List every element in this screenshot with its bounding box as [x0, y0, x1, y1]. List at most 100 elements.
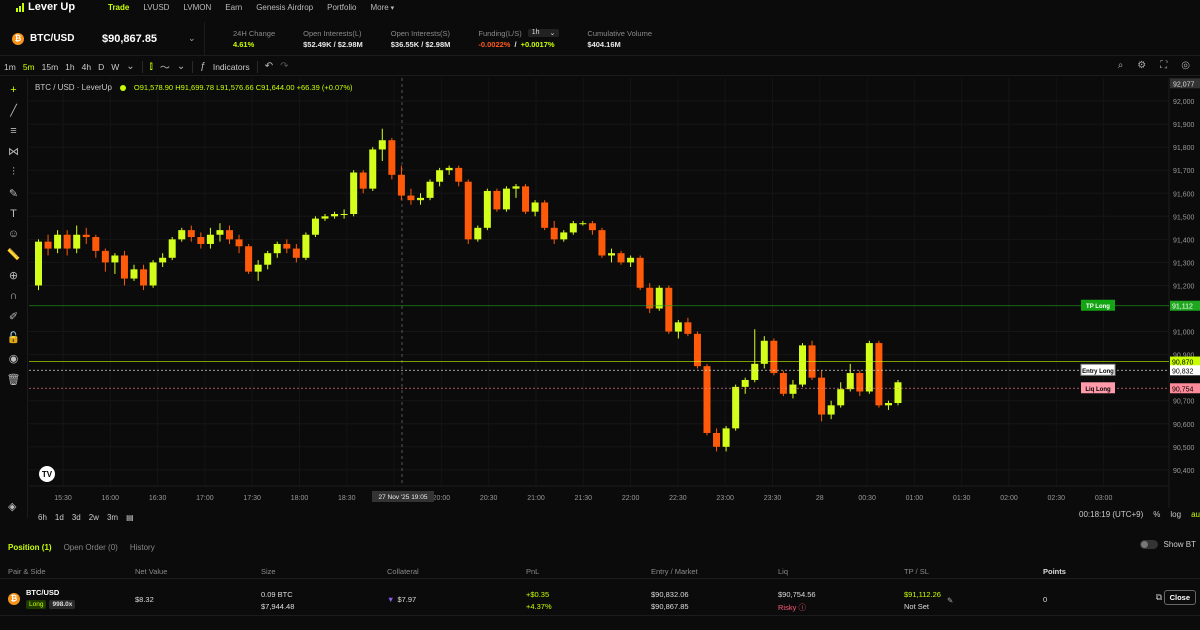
candle-body	[426, 181, 434, 198]
price-tag-label: 90,832	[1172, 368, 1194, 375]
text-icon[interactable]: T	[10, 208, 17, 220]
stat-value: $36.55K / $2.98M	[390, 39, 451, 49]
chevron-down-icon[interactable]: ⌄	[177, 61, 185, 72]
candle-body	[245, 246, 253, 272]
trash-icon[interactable]: 🗑	[7, 373, 21, 386]
chart-toolbar: 1m 5m 15m 1h 4h D W ⌄ ⫾ 〜 ⌄ ƒ Indicators…	[0, 58, 1200, 76]
price-chart[interactable]: 92,000 91,900 91,800 91,700 91,600 91,500 91,4…	[29, 78, 1200, 508]
chevron-down-icon[interactable]: ⌄	[188, 33, 196, 44]
show-toggle[interactable]	[1139, 540, 1158, 549]
range-2w[interactable]: 2w	[89, 513, 99, 522]
candle-body	[474, 227, 482, 240]
tp-sl-cell: $91,112.26 Not Set ✎	[904, 590, 953, 611]
candle-body	[359, 172, 367, 189]
nav-lvmon[interactable]: LVMON	[183, 3, 211, 12]
edit-icon[interactable]: ✎	[947, 596, 953, 605]
gear-icon[interactable]: ⚙	[1137, 60, 1146, 71]
funding-interval-select[interactable]: 1h ⌄	[527, 29, 560, 37]
ruler-icon[interactable]: 📏	[7, 248, 21, 261]
line-label: Entry Long	[1082, 369, 1114, 375]
undo-icon[interactable]: ↶	[265, 61, 273, 72]
x-tick-label: 17:00	[196, 495, 214, 502]
y-tick-label: 91,400	[1173, 237, 1195, 244]
clock-readout[interactable]: 00:18:19 (UTC+9)	[1079, 510, 1143, 519]
candle-body	[751, 363, 759, 380]
crosshair-time-label: 27 Nov '25 19:05	[379, 494, 428, 501]
hlines-icon[interactable]: ≡	[10, 125, 16, 137]
redo-icon[interactable]: ↷	[280, 61, 288, 72]
layers-icon[interactable]: ◈	[8, 500, 16, 513]
tf-1m[interactable]: 1m	[4, 62, 16, 72]
magnet-icon[interactable]: ∩	[10, 290, 18, 302]
info-icon[interactable]: ⓘ	[798, 603, 806, 612]
eye-icon[interactable]: ◉	[9, 352, 19, 365]
funding-long: -0.0022%	[478, 39, 511, 49]
log-toggle[interactable]: log	[1170, 510, 1181, 519]
nav-portfolio[interactable]: Portfolio	[327, 3, 356, 12]
indicators-icon[interactable]: ƒ	[200, 61, 206, 72]
tp-price: $91,112.26	[904, 590, 941, 599]
nav-more[interactable]: More	[370, 3, 394, 12]
stat-value: 4.61%	[233, 39, 255, 49]
tf-5m[interactable]: 5m	[23, 62, 35, 72]
pair-selector[interactable]: ₿ BTC/USD $90,867.85 ⌄	[0, 21, 205, 56]
candle-body	[598, 230, 606, 256]
logo[interactable]: Lever Up	[0, 1, 108, 13]
range-3m[interactable]: 3m	[107, 513, 118, 522]
tradingview-logo-icon[interactable]: TV	[39, 466, 55, 482]
candle-body	[63, 234, 71, 249]
collateral-value[interactable]: $7.97	[397, 595, 416, 604]
tf-4h[interactable]: 4h	[82, 62, 91, 72]
calendar-icon[interactable]: ▤	[126, 513, 134, 522]
line-chart-icon[interactable]: 〜	[160, 59, 170, 74]
candle-body	[732, 386, 740, 429]
nav-genesis-airdrop[interactable]: Genesis Airdrop	[256, 3, 313, 12]
lock-icon[interactable]: 🔓	[7, 331, 21, 344]
trendline-icon[interactable]: ╱	[10, 104, 17, 117]
candle-body	[627, 257, 635, 263]
range-3d[interactable]: 3d	[72, 513, 81, 522]
crosshair-icon[interactable]: +	[10, 84, 16, 96]
camera-icon[interactable]: ◎	[1181, 60, 1190, 71]
x-tick-label: 18:30	[338, 495, 356, 502]
col-collateral: Collateral	[387, 567, 419, 576]
nav-trade[interactable]: Trade	[108, 3, 129, 12]
range-1d[interactable]: 1d	[55, 513, 64, 522]
share-icon[interactable]: ⧉	[1156, 592, 1162, 603]
candle-body	[674, 322, 682, 332]
fib-icon[interactable]: ⫶	[12, 166, 15, 179]
candle-body	[894, 382, 902, 404]
nav-earn[interactable]: Earn	[225, 3, 242, 12]
tab-open-order[interactable]: Open Order (0)	[64, 543, 118, 552]
fullscreen-icon[interactable]: ⛶	[1160, 60, 1167, 71]
collateral-cell: ▼ $7.97	[387, 595, 416, 604]
col-points: Points	[1043, 567, 1066, 576]
tf-w[interactable]: W	[111, 62, 119, 72]
brush-icon[interactable]: ✎	[9, 187, 18, 200]
search-icon[interactable]: ⌕	[1118, 60, 1124, 71]
candle-type-icon[interactable]: ⫾	[150, 61, 153, 72]
emoji-icon[interactable]: ☺	[8, 228, 19, 240]
tf-d[interactable]: D	[98, 62, 104, 72]
tf-15m[interactable]: 15m	[42, 62, 59, 72]
tf-1h[interactable]: 1h	[65, 62, 74, 72]
range-6h[interactable]: 6h	[38, 513, 47, 522]
percent-toggle[interactable]: %	[1153, 510, 1160, 519]
indicators-button[interactable]: Indicators	[213, 62, 250, 72]
pattern-icon[interactable]: ⋈	[8, 145, 19, 158]
x-tick-label: 22:30	[669, 495, 687, 502]
close-position-button[interactable]: Close	[1163, 590, 1196, 605]
chevron-down-icon[interactable]: ⌄	[126, 61, 134, 72]
chevron-down-icon: ⌄	[549, 30, 556, 37]
auto-toggle[interactable]: au	[1191, 510, 1200, 519]
chart-canvas[interactable]: 92,000 91,900 91,800 91,700 91,600 91,500 91,4…	[29, 78, 1200, 508]
tab-position[interactable]: Position (1)	[8, 543, 52, 552]
price-axis[interactable]	[1169, 78, 1200, 508]
stat-value: $404.16M	[587, 39, 621, 49]
candle-body	[216, 230, 224, 235]
zoom-in-icon[interactable]: ⊕	[9, 269, 18, 282]
pencil-lock-icon[interactable]: ✐	[9, 310, 18, 323]
tab-history[interactable]: History	[130, 543, 155, 552]
candle-body	[636, 257, 644, 288]
nav-lvusd[interactable]: LVUSD	[143, 3, 169, 12]
